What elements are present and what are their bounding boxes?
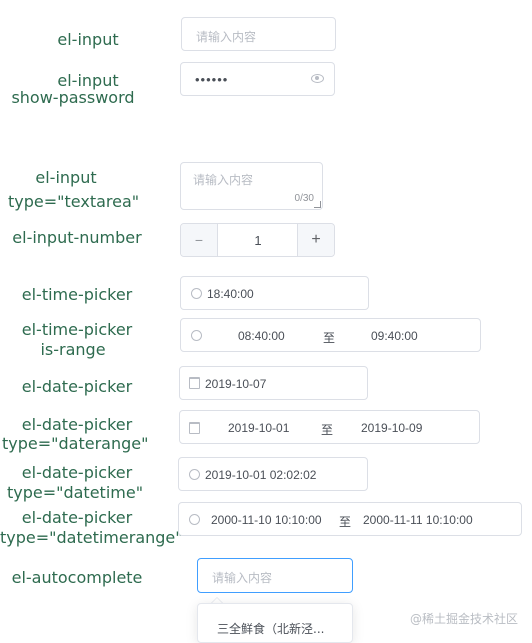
label-datetimerange-line1: el-date-picker	[21, 508, 133, 527]
daterange-picker[interactable]: 2019-10-01 至 2019-10-09	[179, 410, 480, 444]
number-value: 1	[254, 233, 262, 248]
text-input[interactable]: 请输入内容	[181, 17, 336, 51]
clock-icon	[189, 469, 200, 480]
time-range-end: 09:40:00	[371, 329, 418, 343]
time-range-picker[interactable]: 08:40:00 至 09:40:00	[180, 318, 481, 352]
autocomplete-input[interactable]: 请输入内容	[197, 558, 353, 593]
label-time-range-line1: el-time-picker	[21, 320, 133, 339]
clock-icon	[189, 514, 200, 525]
time-range-start: 08:40:00	[238, 329, 285, 343]
autocomplete-placeholder: 请输入内容	[212, 571, 273, 585]
datetime-value: 2019-10-01 02:02:02	[205, 468, 317, 482]
calendar-icon	[189, 377, 200, 389]
textarea-input[interactable]: 请输入内容 0/30	[180, 162, 323, 210]
label-time-picker: el-time-picker	[21, 285, 133, 304]
watermark: @稀土掘金技术社区	[409, 612, 518, 626]
label-textarea-line1: el-input	[35, 168, 97, 187]
label-input-number: el-input-number	[12, 228, 142, 247]
daterange-end: 2019-10-09	[361, 421, 423, 435]
text-input-placeholder: 请输入内容	[196, 30, 257, 44]
label-el-input: el-input	[57, 30, 119, 49]
textarea-counter: 0/30	[294, 193, 314, 204]
label-daterange-line1: el-date-picker	[21, 415, 133, 434]
time-picker-input[interactable]: 18:40:00	[180, 276, 369, 310]
label-date-picker: el-date-picker	[21, 377, 133, 396]
datetimerange-separator: 至	[339, 515, 352, 529]
label-datetime-line2: type="datetime"	[6, 483, 144, 502]
clock-icon	[191, 330, 202, 341]
password-value: ••••••	[195, 72, 229, 87]
decrease-button[interactable]: −	[181, 224, 218, 256]
autocomplete-suggestions: 三全鲜食（北新泾...	[197, 603, 353, 643]
calendar-icon	[189, 422, 200, 434]
label-datetime-line1: el-date-picker	[21, 463, 133, 482]
label-daterange-line2: type="daterange"	[2, 434, 149, 453]
label-time-range-line2: is-range	[40, 340, 106, 359]
password-input[interactable]: ••••••	[180, 62, 335, 96]
label-datetimerange-line2: type="datetimerange"	[0, 528, 183, 547]
label-autocomplete: el-autocomplete	[11, 568, 143, 587]
daterange-separator: 至	[321, 423, 334, 437]
datetimerange-picker[interactable]: 2000-11-10 10:10:00 至 2000-11-11 10:10:0…	[178, 502, 522, 536]
eye-icon[interactable]	[311, 74, 324, 83]
increase-button[interactable]: +	[297, 224, 334, 256]
suggestion-item[interactable]: 三全鲜食（北新泾...	[217, 620, 324, 637]
datetimerange-end: 2000-11-11 10:10:00	[363, 513, 473, 527]
datetime-picker-input[interactable]: 2019-10-01 02:02:02	[178, 457, 368, 491]
time-value: 18:40:00	[207, 287, 254, 301]
date-value: 2019-10-07	[205, 377, 267, 391]
resize-handle-icon[interactable]	[314, 201, 321, 208]
time-range-separator: 至	[323, 331, 336, 345]
label-password-line2: show-password	[11, 88, 135, 107]
date-picker-input[interactable]: 2019-10-07	[179, 366, 368, 400]
datetimerange-start: 2000-11-10 10:10:00	[211, 513, 322, 527]
label-textarea-line2: type="textarea"	[8, 192, 140, 211]
textarea-placeholder: 请输入内容	[193, 173, 254, 187]
daterange-start: 2019-10-01	[228, 421, 290, 435]
clock-icon	[191, 288, 202, 299]
number-input[interactable]: − 1 +	[180, 223, 335, 257]
